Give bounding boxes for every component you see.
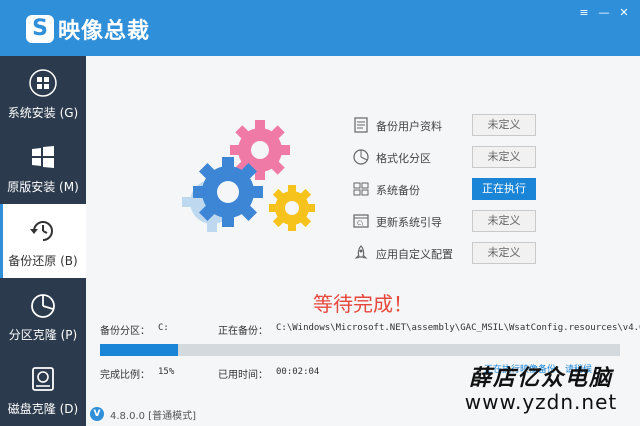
gears-illustration: [182, 120, 315, 232]
task-system-backup: 系统备份 正在执行: [352, 176, 552, 202]
sidebar-item-label: 系统安装 (G): [7, 106, 79, 120]
minimize-icon[interactable]: —: [596, 6, 612, 20]
elapsed-label: 已用时间：: [218, 370, 268, 381]
task-label: 系统备份: [376, 184, 420, 197]
ratio-label: 完成比例：: [100, 370, 150, 381]
window-controls: ≡ — ✕: [576, 6, 632, 20]
watermark-text: 薛店亿众电脑: [468, 365, 613, 391]
title-bar: S 映像总裁 ≡ — ✕: [0, 0, 640, 56]
watermark-url: www.yzdn.net: [464, 390, 618, 414]
menu-icon[interactable]: ≡: [576, 6, 592, 20]
task-label: 应用自定义配置: [376, 248, 453, 261]
console-icon: C\: [353, 214, 369, 228]
backup-partition-value: C:: [158, 323, 169, 333]
windows-icon: [353, 182, 369, 196]
sidebar-item-label: 磁盘克隆 (D): [7, 402, 79, 416]
pie-chart-icon: [31, 294, 55, 318]
elapsed-value: 00:02:04: [276, 367, 320, 377]
task-label: 备份用户资料: [376, 120, 442, 133]
sidebar-item-partition-clone[interactable]: 分区克隆 (P): [0, 278, 86, 352]
sidebar-item-original-install[interactable]: 原版安装 (M): [0, 130, 86, 204]
task-apply-custom-config: 应用自定义配置 未定义: [352, 240, 552, 266]
progress-fill: [100, 344, 178, 356]
ratio-value: 15%: [158, 367, 175, 377]
backing-up-path: C:\Windows\Microsoft.NET\assembly\GAC_MS…: [276, 323, 640, 333]
windows-tiles-icon: [32, 146, 54, 168]
task-status-button[interactable]: 未定义: [472, 210, 536, 232]
sidebar-item-backup-restore[interactable]: 备份还原 (B): [0, 204, 86, 278]
version-text: 4.8.0.0 [普通模式]: [110, 410, 196, 422]
task-status-button[interactable]: 未定义: [472, 146, 536, 168]
version-badge-icon: V: [90, 407, 104, 421]
sidebar-item-system-install[interactable]: 系统安装 (G): [0, 56, 86, 130]
document-icon: [354, 117, 368, 133]
status-message: 等待完成！: [313, 292, 413, 316]
restore-clock-icon: [30, 221, 53, 241]
progress-bar: [100, 344, 620, 356]
app-logo: S 映像总裁: [26, 14, 150, 44]
task-format-partition: 格式化分区 未定义: [352, 144, 552, 170]
version-footer: V 4.8.0.0 [普通模式]: [90, 406, 196, 422]
windows-7-icon: [29, 69, 57, 97]
partition-icon: [353, 149, 369, 165]
task-label: 更新系统引导: [376, 216, 442, 229]
watermark: 薛店亿众电脑 www.yzdn.net: [446, 360, 636, 414]
task-label: 格式化分区: [376, 152, 431, 165]
app-title: 映像总裁: [58, 19, 151, 44]
disk-icon: [32, 367, 54, 391]
task-status-button[interactable]: 正在执行: [472, 178, 536, 200]
backing-up-label: 正在备份：: [218, 326, 268, 337]
task-status-button[interactable]: 未定义: [472, 114, 536, 136]
backup-partition-label: 备份分区：: [100, 326, 150, 337]
sidebar-item-label: 分区克隆 (P): [8, 328, 78, 342]
svg-text:C\: C\: [357, 220, 364, 227]
rocket-icon: [354, 245, 368, 259]
logo-s-icon: S: [26, 15, 54, 43]
task-status-button[interactable]: 未定义: [472, 242, 536, 264]
close-icon[interactable]: ✕: [616, 6, 632, 20]
task-backup-user-data: 备份用户资料 未定义: [352, 112, 552, 138]
sidebar-item-label: 原版安装 (M): [7, 180, 79, 194]
sidebar: 系统安装 (G) 原版安装 (M) 备份还原 (B) 分区克隆 (P) 磁盘克隆…: [0, 56, 86, 426]
task-update-boot: C\ 更新系统引导 未定义: [352, 208, 552, 234]
sidebar-item-label: 备份还原 (B): [8, 254, 78, 268]
sidebar-item-disk-clone[interactable]: 磁盘克隆 (D): [0, 352, 86, 426]
